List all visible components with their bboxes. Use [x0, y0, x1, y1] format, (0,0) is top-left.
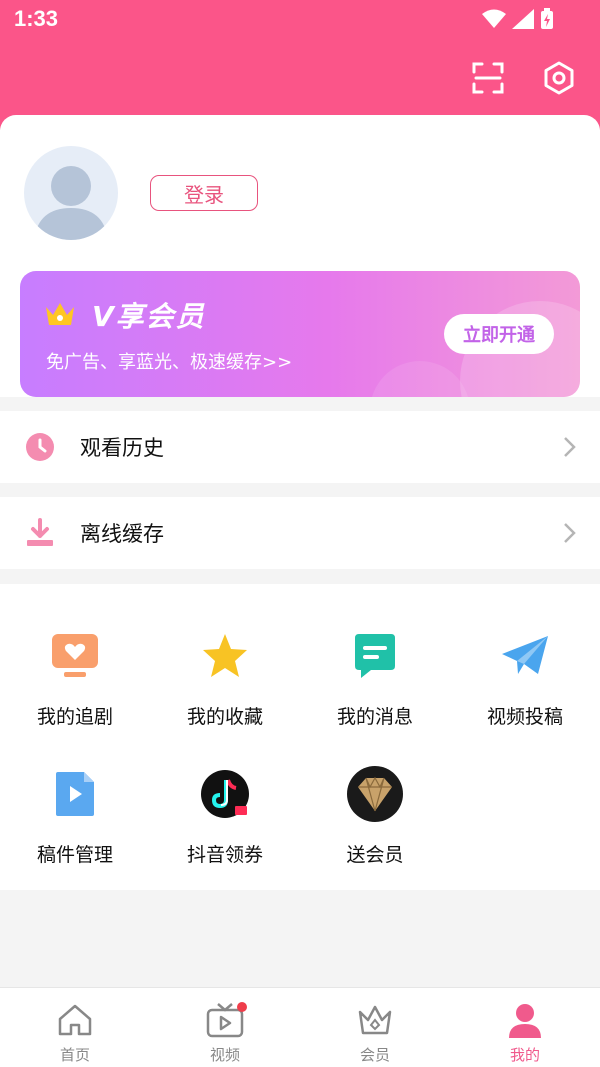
wifi-icon [482, 9, 506, 28]
grid-item-submit-video[interactable]: 视频投稿 [450, 614, 600, 734]
tab-label: 我的 [509, 1046, 540, 1064]
message-icon [345, 626, 405, 686]
grid-item-label: 我的收藏 [186, 706, 263, 728]
user-icon [505, 1000, 545, 1040]
tab-home[interactable]: 首页 [0, 988, 150, 1067]
list-item-history[interactable]: 观看历史 [0, 411, 600, 483]
list-item-label: 观看历史 [80, 436, 164, 460]
tv-play-icon [205, 1000, 247, 1040]
chevron-right-icon [564, 437, 576, 457]
scan-icon [472, 62, 504, 94]
tab-label: 视频 [209, 1046, 240, 1064]
grid-item-label: 抖音领券 [186, 844, 263, 866]
status-icons [482, 8, 554, 30]
grid-item-manuscripts[interactable]: 稿件管理 [0, 752, 150, 872]
clock-icon [24, 431, 56, 463]
diamond-icon [345, 764, 405, 824]
banner-decoration [370, 361, 470, 397]
battery-icon [541, 8, 553, 29]
list-item-offline-cache[interactable]: 离线缓存 [0, 497, 600, 569]
tv-heart-icon [45, 626, 105, 686]
tab-label: 会员 [359, 1046, 390, 1064]
login-button[interactable]: 登录 [150, 175, 258, 211]
scan-button[interactable] [468, 58, 508, 98]
crown-badge-icon [46, 303, 74, 325]
list-item-label: 离线缓存 [80, 522, 164, 546]
grid-item-favorites[interactable]: 我的收藏 [150, 614, 300, 734]
tab-video[interactable]: 视频 [150, 988, 300, 1067]
tiktok-icon [195, 764, 255, 824]
crown-icon [355, 1000, 395, 1040]
status-time: 1:33 [14, 6, 59, 31]
grid-item-messages[interactable]: 我的消息 [300, 614, 450, 734]
settings-button[interactable] [539, 58, 579, 98]
bottom-tab-bar: 首页 视频 会员 我的 [0, 987, 600, 1067]
feature-grid: 我的追剧 我的收藏 我的消息 视频投稿 稿件管理 抖音领券 送会员 [0, 584, 600, 890]
grid-item-label: 稿件管理 [36, 844, 113, 866]
grid-item-label: 送会员 [346, 844, 404, 866]
grid-item-label: 视频投稿 [486, 706, 563, 728]
vip-banner[interactable]: V享会员 免广告、享蓝光、极速缓存>> 立即开通 [20, 271, 580, 397]
grid-item-label: 我的消息 [336, 706, 413, 728]
vip-title: V享会员 [92, 300, 206, 333]
notification-dot [237, 1002, 247, 1012]
home-icon [55, 1000, 95, 1040]
tab-vip[interactable]: 会员 [300, 988, 450, 1067]
grid-item-label: 我的追剧 [36, 706, 113, 728]
default-avatar-icon [34, 166, 108, 240]
tab-mine[interactable]: 我的 [450, 988, 600, 1067]
vip-subtitle: 免广告、享蓝光、极速缓存>> [46, 352, 293, 373]
grid-item-follow-series[interactable]: 我的追剧 [0, 614, 150, 734]
star-icon [195, 626, 255, 686]
tab-label: 首页 [59, 1046, 90, 1064]
download-icon [24, 517, 56, 549]
paper-plane-icon [495, 626, 555, 686]
vip-open-button[interactable]: 立即开通 [444, 314, 554, 354]
gear-icon [544, 61, 574, 95]
signal-icon [512, 9, 534, 29]
chevron-right-icon [564, 523, 576, 543]
avatar[interactable] [24, 146, 118, 240]
grid-item-douyin-coupon[interactable]: 抖音领券 [150, 752, 300, 872]
top-header: 1:33 [0, 0, 600, 130]
grid-item-gift-vip[interactable]: 送会员 [300, 752, 450, 872]
video-file-icon [45, 764, 105, 824]
